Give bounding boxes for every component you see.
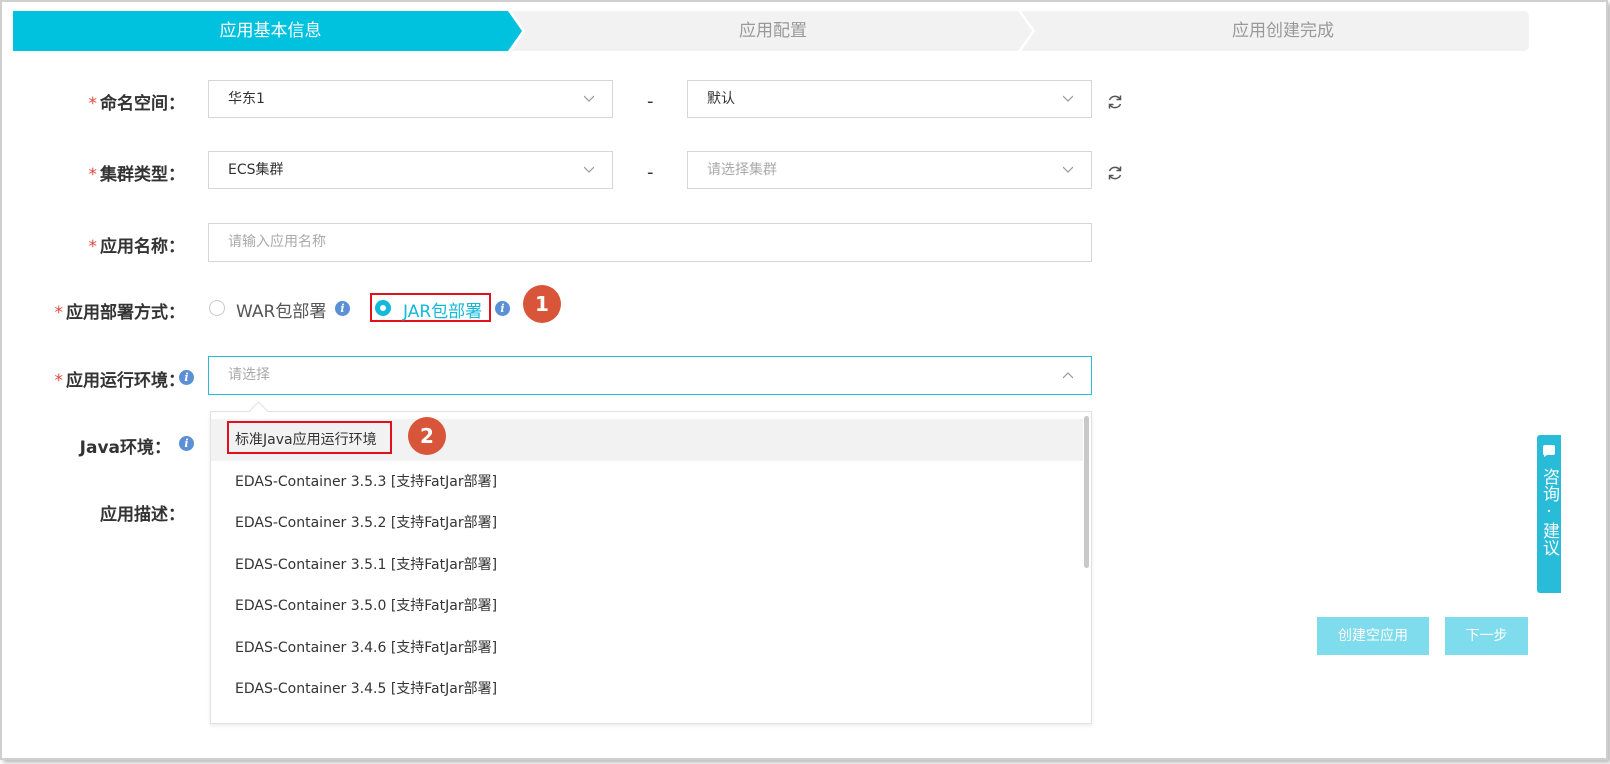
namespace-label: * 命名空间： bbox=[88, 94, 186, 114]
dropdown-item[interactable]: EDAS-Container 3.5.0 [支持FatJar部署] bbox=[211, 585, 1083, 627]
app-window: 应用基本信息 应用配置 应用创建完成 * 命名空间： 华东1 - 默认 * 集群类型… bbox=[0, 0, 1608, 760]
message-icon bbox=[1543, 445, 1555, 457]
app-name-input[interactable]: 请输入应用名称 bbox=[208, 223, 1092, 262]
create-empty-app-button[interactable]: 创建空应用 bbox=[1317, 617, 1429, 655]
step-create-done: 应用创建完成 bbox=[1232, 21, 1334, 41]
cluster-select[interactable]: 请选择集群 bbox=[687, 151, 1092, 189]
cluster-type-select[interactable]: ECS集群 bbox=[208, 151, 613, 189]
war-option-label[interactable]: WAR包部署 bbox=[236, 297, 326, 322]
separator-dash: - bbox=[647, 162, 654, 183]
step-bar: 应用基本信息 应用配置 应用创建完成 bbox=[13, 11, 1573, 51]
app-name-label: * 应用名称： bbox=[88, 237, 186, 257]
info-icon[interactable]: i bbox=[179, 370, 194, 385]
chevron-up-icon bbox=[1063, 372, 1073, 379]
feedback-side-tab[interactable]: 咨询·建议 bbox=[1537, 435, 1561, 593]
chevron-down-icon bbox=[1063, 95, 1073, 102]
dropdown-item[interactable]: EDAS-Container 3.4.6 [支持FatJar部署] bbox=[211, 627, 1083, 669]
dropdown-item[interactable]: EDAS-Container 3.5.1 [支持FatJar部署] bbox=[211, 544, 1083, 586]
java-env-label: Java环境： bbox=[79, 438, 171, 458]
refresh-icon[interactable] bbox=[1106, 164, 1124, 182]
dropdown-item[interactable]: EDAS-Container 3.5.2 [支持FatJar部署] bbox=[211, 502, 1083, 544]
annotation-badge-1: 1 bbox=[523, 285, 561, 323]
dropdown-item[interactable]: EDAS-Container 3.4.4 [支持FatJar部署] bbox=[211, 710, 1083, 723]
annotation-badge-2: 2 bbox=[408, 417, 446, 455]
deploy-method-label: * 应用部署方式： bbox=[54, 303, 186, 323]
feedback-label: 咨询·建议 bbox=[1539, 468, 1559, 556]
dropdown-item[interactable]: EDAS-Container 3.4.5 [支持FatJar部署] bbox=[211, 668, 1083, 710]
separator-dash: - bbox=[647, 91, 654, 112]
chevron-down-icon bbox=[584, 166, 594, 173]
namespace-select[interactable]: 默认 bbox=[687, 80, 1092, 118]
info-icon[interactable]: i bbox=[179, 436, 194, 451]
war-radio[interactable] bbox=[209, 300, 225, 316]
region-select[interactable]: 华东1 bbox=[208, 80, 613, 118]
cluster-type-label: * 集群类型： bbox=[88, 165, 186, 185]
jar-radio[interactable] bbox=[375, 300, 391, 316]
runtime-dropdown: 标准Java应用运行环境 EDAS-Container 3.5.3 [支持Fat… bbox=[210, 411, 1092, 724]
runtime-select[interactable]: 请选择 bbox=[208, 356, 1092, 395]
chevron-down-icon bbox=[584, 95, 594, 102]
highlight-box-standard-java bbox=[227, 421, 392, 454]
next-step-button[interactable]: 下一步 bbox=[1445, 617, 1528, 655]
jar-option-label[interactable]: JAR包部署 bbox=[403, 297, 482, 322]
step-app-config: 应用配置 bbox=[739, 21, 807, 41]
chevron-down-icon bbox=[1063, 166, 1073, 173]
step-basic-info: 应用基本信息 bbox=[219, 21, 322, 41]
info-icon[interactable]: i bbox=[335, 301, 350, 316]
info-icon[interactable]: i bbox=[495, 301, 510, 316]
description-label: 应用描述： bbox=[100, 505, 185, 525]
dropdown-item[interactable]: EDAS-Container 3.5.3 [支持FatJar部署] bbox=[211, 461, 1083, 503]
refresh-icon[interactable] bbox=[1106, 93, 1124, 111]
runtime-label: * 应用运行环境： bbox=[54, 371, 186, 391]
dropdown-scrollbar[interactable] bbox=[1084, 416, 1089, 568]
